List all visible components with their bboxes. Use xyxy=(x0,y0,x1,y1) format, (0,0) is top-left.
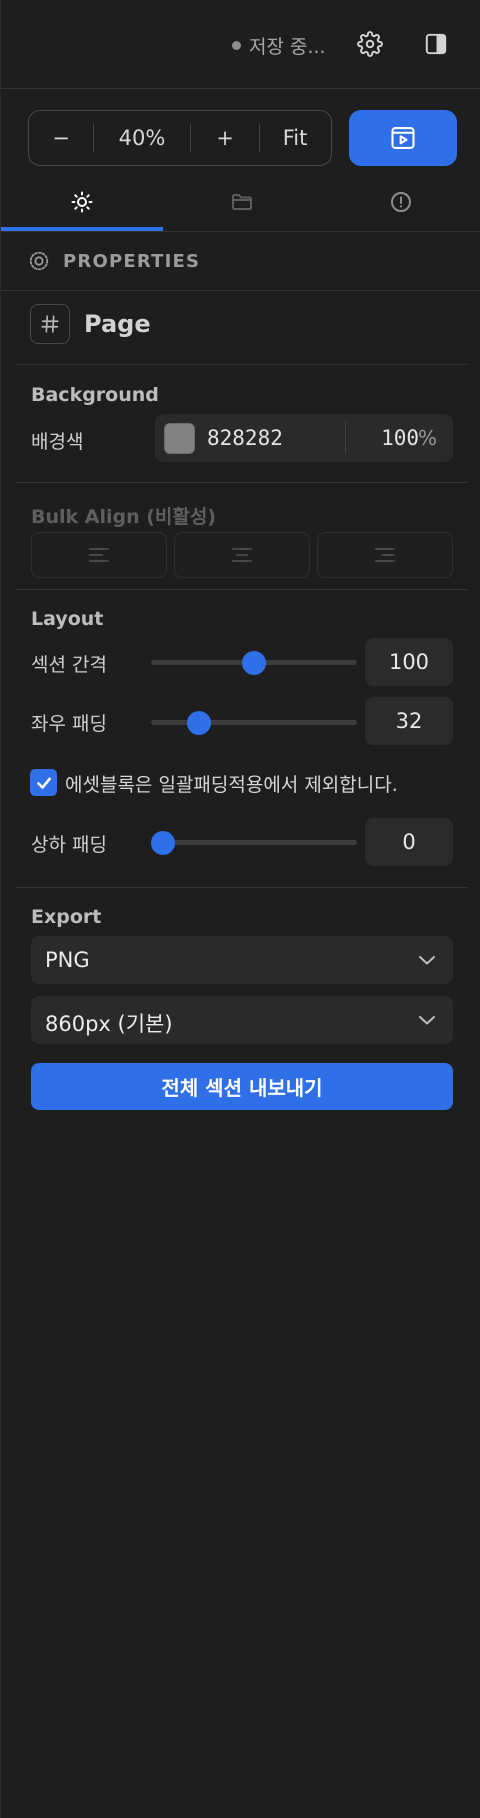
properties-panel: 저장 중... − 40% + Fit PROPERTIES Page Back… xyxy=(0,0,480,1818)
panel-tabs xyxy=(1,166,480,232)
preview-button[interactable] xyxy=(349,110,457,166)
tab-properties[interactable] xyxy=(62,182,102,222)
export-all-sections-button[interactable]: 전체 섹션 내보내기 xyxy=(31,1063,453,1110)
background-color-field[interactable]: 828282 100 % xyxy=(155,414,453,462)
settings-button[interactable] xyxy=(350,24,390,64)
section-gap-input[interactable]: 100 xyxy=(365,638,453,686)
export-section-title: Export xyxy=(31,906,102,928)
tab-info[interactable] xyxy=(381,182,421,222)
align-right-button xyxy=(317,532,453,578)
horizontal-padding-slider[interactable] xyxy=(151,709,357,735)
hash-icon xyxy=(30,304,70,344)
align-center-icon xyxy=(232,548,252,562)
divider xyxy=(15,887,467,888)
tab-assets[interactable] xyxy=(222,182,262,222)
top-bar: 저장 중... xyxy=(1,0,480,89)
chevron-down-icon xyxy=(419,956,435,965)
align-left-icon xyxy=(89,548,109,562)
color-hex-input[interactable]: 828282 xyxy=(207,426,283,450)
vertical-padding-input[interactable]: 0 xyxy=(365,818,453,866)
selected-item-label: Page xyxy=(84,310,151,338)
exclude-asset-blocks-label: 에셋블록은 일괄패딩적용에서 제외합니다. xyxy=(65,774,398,796)
properties-title: PROPERTIES xyxy=(63,250,201,272)
export-format-value: PNG xyxy=(45,948,90,972)
slider-track xyxy=(151,720,357,725)
save-status-text: 저장 중... xyxy=(249,35,326,58)
vertical-padding-slider[interactable] xyxy=(151,829,357,855)
zoom-in-button[interactable]: + xyxy=(191,111,259,165)
active-tab-indicator xyxy=(1,227,163,231)
zoom-control: − 40% + Fit xyxy=(28,110,332,166)
panel-toggle-icon xyxy=(425,33,447,55)
chevron-down-icon xyxy=(419,1016,435,1025)
color-swatch[interactable] xyxy=(164,423,195,454)
divider xyxy=(15,364,467,365)
slider-track xyxy=(151,840,357,845)
panel-toggle-button[interactable] xyxy=(416,24,456,64)
exclude-asset-blocks-checkbox[interactable] xyxy=(30,769,57,796)
section-gap-label: 섹션 간격 xyxy=(31,654,107,676)
export-format-select[interactable]: PNG xyxy=(31,936,453,984)
status-dot-icon xyxy=(232,40,241,50)
export-width-select[interactable]: 860px (기본) xyxy=(31,996,453,1044)
export-width-value: 860px (기본) xyxy=(45,1012,173,1036)
selected-item: Page xyxy=(30,303,151,345)
align-right-icon xyxy=(375,548,395,562)
bulk-align-title: Bulk Align (비활성) xyxy=(31,506,217,528)
info-circle-icon xyxy=(391,192,411,212)
divider xyxy=(15,482,467,483)
folder-icon xyxy=(232,194,252,210)
zoom-fit-button[interactable]: Fit xyxy=(260,111,330,165)
zoom-level: 40% xyxy=(118,126,166,150)
align-left-button xyxy=(31,532,167,578)
play-preview-icon xyxy=(391,127,415,149)
sun-settings-icon xyxy=(29,251,49,271)
background-color-label: 배경색 xyxy=(31,431,84,453)
checkmark-icon xyxy=(36,777,51,789)
zoom-out-button[interactable]: − xyxy=(29,111,93,165)
vertical-padding-label: 상하 패딩 xyxy=(31,834,107,856)
opacity-input[interactable]: 100 xyxy=(381,426,419,450)
background-section-title: Background xyxy=(31,384,159,406)
slider-thumb[interactable] xyxy=(187,711,212,735)
sun-settings-icon xyxy=(71,191,93,213)
divider xyxy=(15,589,467,590)
layout-section-title: Layout xyxy=(31,608,104,630)
save-status: 저장 중... xyxy=(232,33,326,58)
section-gap-slider[interactable] xyxy=(151,649,357,675)
align-center-button xyxy=(174,532,310,578)
divider xyxy=(345,422,346,454)
opacity-unit: % xyxy=(417,426,437,450)
horizontal-padding-label: 좌우 패딩 xyxy=(31,713,107,735)
slider-thumb[interactable] xyxy=(242,651,266,675)
properties-header: PROPERTIES xyxy=(1,232,480,291)
horizontal-padding-input[interactable]: 32 xyxy=(365,697,453,745)
gear-icon xyxy=(357,31,383,57)
slider-thumb[interactable] xyxy=(151,831,175,855)
